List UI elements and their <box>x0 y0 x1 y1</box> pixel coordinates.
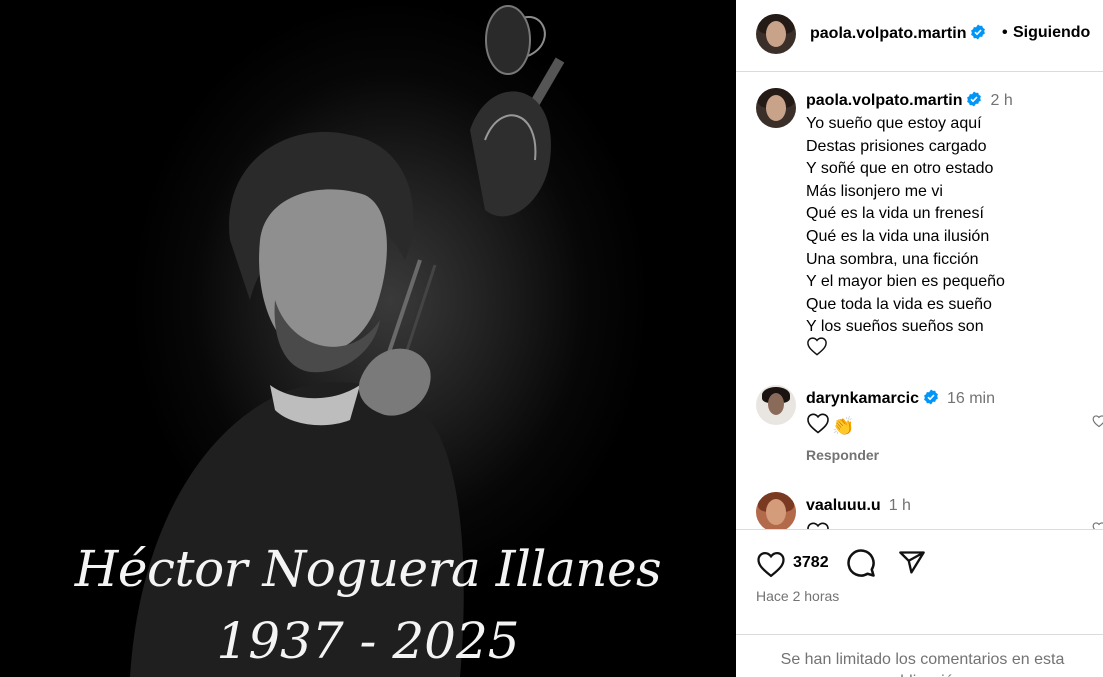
caption-author-avatar[interactable] <box>756 88 796 128</box>
likes-count[interactable]: 3782 <box>793 554 829 572</box>
caption-line: Una sombra, una ficción <box>806 250 979 268</box>
caption-line: Yo sueño que estoy aquí <box>806 115 982 132</box>
caption-line: Y el mayor bien es pequeño <box>806 273 1005 291</box>
commenter-avatar[interactable] <box>756 385 796 425</box>
verified-badge-icon <box>923 389 939 410</box>
commenter-avatar[interactable] <box>756 492 796 529</box>
reply-button[interactable]: Responder <box>806 447 879 463</box>
caption-time[interactable]: 2 h <box>990 92 1012 109</box>
following-button[interactable]: Siguiendo <box>1013 24 1090 42</box>
caption-line: Qué es la vida un frenesí <box>806 205 984 223</box>
comment-like-heart-icon[interactable] <box>1092 414 1103 433</box>
header-separator: • <box>1002 24 1008 41</box>
posted-time[interactable]: Hace 2 horas <box>756 588 839 604</box>
comment-bubble-icon[interactable] <box>846 548 876 583</box>
like-heart-icon[interactable] <box>756 550 786 583</box>
heart-outline-emoji-icon <box>806 336 828 361</box>
comments-limited-notice: Se han limitado los comentarios en esta … <box>736 634 1103 677</box>
comment-time[interactable]: 1 h <box>889 497 911 514</box>
caption-line: Y soñé que en otro estado <box>806 160 994 178</box>
heart-outline-emoji-icon <box>806 412 830 439</box>
verified-badge-icon <box>966 91 982 112</box>
post-media[interactable]: Héctor Noguera Illanes 1937 - 2025 <box>0 0 736 677</box>
author-username-link[interactable]: paola.volpato.martin <box>810 24 986 45</box>
post-header: paola.volpato.martin • Siguiendo <box>736 0 1103 72</box>
comments-list[interactable]: paola.volpato.martin 2 h Yo sueño que est… <box>736 73 1103 529</box>
comment-username[interactable]: vaaluuu.u <box>806 497 881 514</box>
author-username[interactable]: paola.volpato.martin <box>810 25 966 42</box>
memorial-years-text: 1937 - 2025 <box>216 612 520 670</box>
heart-outline-emoji-icon <box>806 521 830 529</box>
comment-like-heart-icon[interactable] <box>1092 521 1103 529</box>
comment-time[interactable]: 16 min <box>947 390 995 407</box>
caption-text: Yo sueño que estoy aquí Destas prisiones… <box>806 113 1096 339</box>
author-avatar[interactable] <box>756 14 796 54</box>
caption-line: Destas prisiones cargado <box>806 137 987 155</box>
verified-badge-icon <box>970 24 986 45</box>
caption-line: Qué es la vida una ilusión <box>806 227 990 245</box>
comment-header: vaaluuu.u 1 h <box>806 497 911 515</box>
comment-text: 👏 <box>806 412 854 439</box>
memorial-name-text: Héctor Noguera Illanes <box>74 540 662 598</box>
post-actions: 3782 Hace 2 horas <box>736 529 1103 633</box>
clapping-hands-emoji-icon: 👏 <box>832 415 855 436</box>
caption-header: paola.volpato.martin 2 h <box>806 91 1013 112</box>
share-paper-plane-icon[interactable] <box>898 549 926 582</box>
post-side-panel: paola.volpato.martin • Siguiendo paola.v… <box>736 0 1103 677</box>
caption-line: Y los sueños sueños son <box>806 318 984 336</box>
caption-line: Que toda la vida es sueño <box>806 295 992 313</box>
caption-line: Más lisonjero me vi <box>806 182 943 200</box>
comment-header: darynkamarcic 16 min <box>806 389 995 410</box>
comment-username[interactable]: darynkamarcic <box>806 390 919 407</box>
comments-limited-text: Se han limitado los comentarios en esta … <box>780 651 1065 677</box>
caption-username[interactable]: paola.volpato.martin <box>806 92 962 109</box>
